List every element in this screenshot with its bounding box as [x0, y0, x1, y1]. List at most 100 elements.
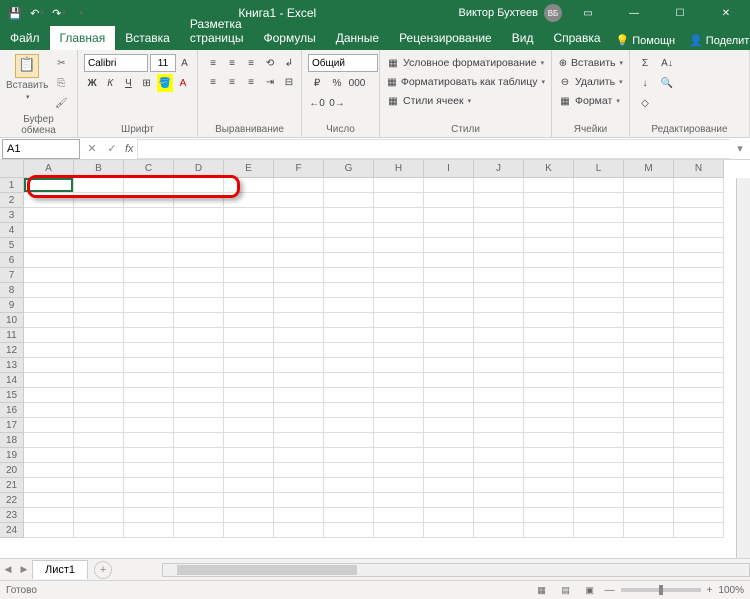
cell[interactable] — [574, 223, 624, 238]
cell[interactable] — [624, 418, 674, 433]
cell[interactable] — [274, 508, 324, 523]
cell[interactable] — [424, 268, 474, 283]
cell[interactable] — [74, 523, 124, 538]
cell[interactable] — [674, 448, 724, 463]
cell[interactable] — [174, 283, 224, 298]
cell[interactable] — [524, 313, 574, 328]
share-button[interactable]: 👤Поделиться — [684, 31, 750, 50]
cell[interactable] — [424, 478, 474, 493]
cell[interactable] — [224, 193, 274, 208]
cell[interactable] — [74, 373, 124, 388]
cell[interactable] — [124, 418, 174, 433]
cell[interactable] — [174, 373, 224, 388]
cell[interactable] — [74, 223, 124, 238]
cell[interactable] — [524, 328, 574, 343]
cell[interactable] — [624, 433, 674, 448]
cell[interactable] — [374, 193, 424, 208]
font-color-icon[interactable]: A — [175, 74, 191, 92]
cell[interactable] — [424, 403, 474, 418]
cell[interactable] — [224, 523, 274, 538]
format-painter-icon[interactable]: 🖌 — [52, 94, 70, 112]
copy-icon[interactable]: ⎘ — [52, 74, 70, 92]
cell[interactable] — [24, 253, 74, 268]
cell[interactable] — [624, 388, 674, 403]
zoom-thumb[interactable] — [659, 585, 663, 595]
row-header[interactable]: 8 — [0, 283, 24, 298]
cell[interactable] — [24, 403, 74, 418]
cell[interactable] — [424, 223, 474, 238]
row-header[interactable]: 22 — [0, 493, 24, 508]
cell[interactable] — [424, 373, 474, 388]
cell[interactable] — [74, 253, 124, 268]
cell[interactable] — [424, 433, 474, 448]
column-header[interactable]: N — [674, 160, 724, 178]
align-middle-icon[interactable]: ≡ — [223, 54, 241, 72]
column-header[interactable]: H — [374, 160, 424, 178]
cell[interactable] — [74, 298, 124, 313]
cell[interactable] — [524, 343, 574, 358]
cell[interactable] — [374, 328, 424, 343]
cell[interactable] — [624, 283, 674, 298]
cell[interactable] — [574, 268, 624, 283]
vertical-scrollbar[interactable] — [736, 178, 750, 558]
column-header[interactable]: K — [524, 160, 574, 178]
cell[interactable] — [674, 493, 724, 508]
cell[interactable] — [624, 223, 674, 238]
cell[interactable] — [624, 358, 674, 373]
zoom-level[interactable]: 100% — [718, 585, 744, 596]
expand-formula-icon[interactable]: ▾ — [730, 139, 750, 159]
cell[interactable] — [224, 508, 274, 523]
cell[interactable] — [174, 418, 224, 433]
cell[interactable] — [174, 403, 224, 418]
cell[interactable] — [374, 178, 424, 193]
cell[interactable] — [574, 508, 624, 523]
cell[interactable] — [274, 268, 324, 283]
cell[interactable] — [624, 253, 674, 268]
sheet-tab-active[interactable]: Лист1 — [32, 560, 88, 579]
cell[interactable] — [474, 328, 524, 343]
row-header[interactable]: 15 — [0, 388, 24, 403]
cell[interactable] — [474, 193, 524, 208]
cell[interactable] — [674, 418, 724, 433]
cell[interactable] — [224, 463, 274, 478]
row-header[interactable]: 6 — [0, 253, 24, 268]
cell[interactable] — [374, 313, 424, 328]
cell[interactable] — [624, 523, 674, 538]
cell[interactable] — [624, 478, 674, 493]
cell[interactable] — [374, 418, 424, 433]
cell[interactable] — [624, 328, 674, 343]
cell[interactable] — [374, 523, 424, 538]
cell[interactable] — [124, 253, 174, 268]
enter-formula-icon[interactable]: ✓ — [102, 139, 122, 159]
cell[interactable] — [574, 328, 624, 343]
cell[interactable] — [274, 253, 324, 268]
cell[interactable] — [74, 343, 124, 358]
cell[interactable] — [674, 403, 724, 418]
cell[interactable] — [424, 463, 474, 478]
cell[interactable] — [624, 268, 674, 283]
orientation-icon[interactable]: ⟲ — [261, 54, 279, 72]
cell[interactable] — [74, 418, 124, 433]
cell[interactable] — [524, 418, 574, 433]
zoom-in-icon[interactable]: + — [707, 585, 713, 596]
cell[interactable] — [174, 298, 224, 313]
cell[interactable] — [324, 478, 374, 493]
column-header[interactable]: B — [74, 160, 124, 178]
cell[interactable] — [674, 298, 724, 313]
cell[interactable] — [24, 433, 74, 448]
cell[interactable] — [374, 373, 424, 388]
cell[interactable] — [424, 298, 474, 313]
cell[interactable] — [524, 283, 574, 298]
cell[interactable] — [324, 448, 374, 463]
cell[interactable] — [274, 208, 324, 223]
cell[interactable] — [224, 178, 274, 193]
cell[interactable] — [374, 403, 424, 418]
cancel-formula-icon[interactable]: ✕ — [82, 139, 102, 159]
minimize-icon[interactable]: — — [614, 0, 654, 26]
cell[interactable] — [74, 448, 124, 463]
align-left-icon[interactable]: ≡ — [204, 73, 222, 91]
user-avatar[interactable]: ВБ — [544, 4, 562, 22]
row-header[interactable]: 12 — [0, 343, 24, 358]
row-header[interactable]: 2 — [0, 193, 24, 208]
cell[interactable] — [324, 433, 374, 448]
